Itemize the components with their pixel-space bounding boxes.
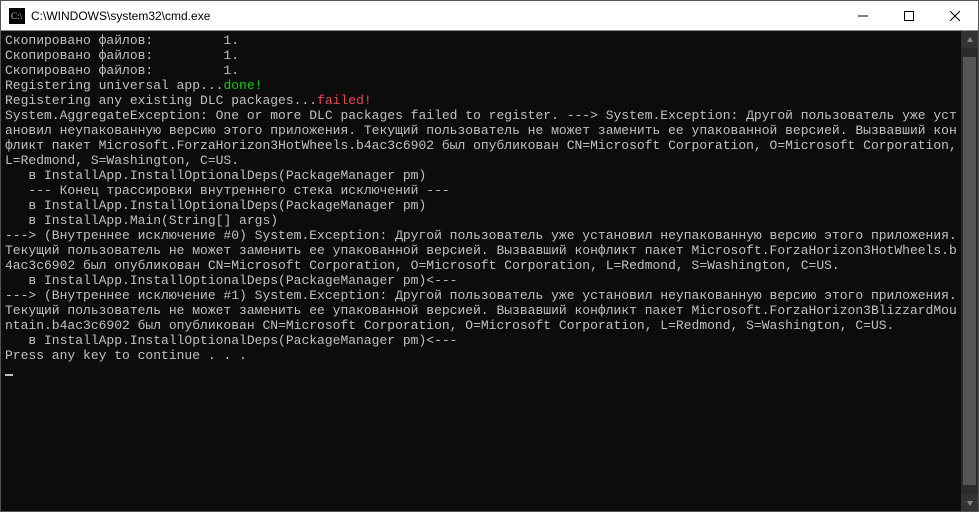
console-line: Скопировано файлов: 1. [5,33,957,48]
svg-text:C:\: C:\ [11,11,23,21]
console-cursor-line [5,363,957,378]
console-line: Registering universal app...done! [5,78,957,93]
window-title: C:\WINDOWS\system32\cmd.exe [31,9,840,23]
cmd-icon: C:\ [9,8,25,24]
console-line: Press any key to continue . . . [5,348,957,363]
cmd-window: C:\ C:\WINDOWS\system32\cmd.exe Скопиров… [0,0,979,512]
console-line: в InstallApp.InstallOptionalDeps(Package… [5,333,957,348]
close-button[interactable] [932,1,978,31]
vertical-scrollbar[interactable] [961,31,978,511]
scroll-thumb[interactable] [963,57,976,485]
console-line: Скопировано файлов: 1. [5,48,957,63]
scroll-down-button[interactable] [961,494,978,511]
console-line: в InstallApp.InstallOptionalDeps(Package… [5,198,957,213]
console-line: Скопировано файлов: 1. [5,63,957,78]
minimize-button[interactable] [840,1,886,31]
console-line: Registering any existing DLC packages...… [5,93,957,108]
console-output[interactable]: Скопировано файлов: 1.Скопировано файлов… [1,31,961,511]
titlebar[interactable]: C:\ C:\WINDOWS\system32\cmd.exe [1,1,978,31]
console-line: ---> (Внутреннее исключение #1) System.E… [5,288,957,333]
client-area: Скопировано файлов: 1.Скопировано файлов… [1,31,978,511]
console-line: System.AggregateException: One or more D… [5,108,957,168]
maximize-button[interactable] [886,1,932,31]
console-line: в InstallApp.InstallOptionalDeps(Package… [5,168,957,183]
console-line: --- Конец трассировки внутреннего стека … [5,183,957,198]
scroll-track[interactable] [961,48,978,494]
scroll-up-button[interactable] [961,31,978,48]
console-line: ---> (Внутреннее исключение #0) System.E… [5,228,957,273]
console-line: в InstallApp.Main(String[] args) [5,213,957,228]
text-cursor [5,374,13,376]
console-line: в InstallApp.InstallOptionalDeps(Package… [5,273,957,288]
